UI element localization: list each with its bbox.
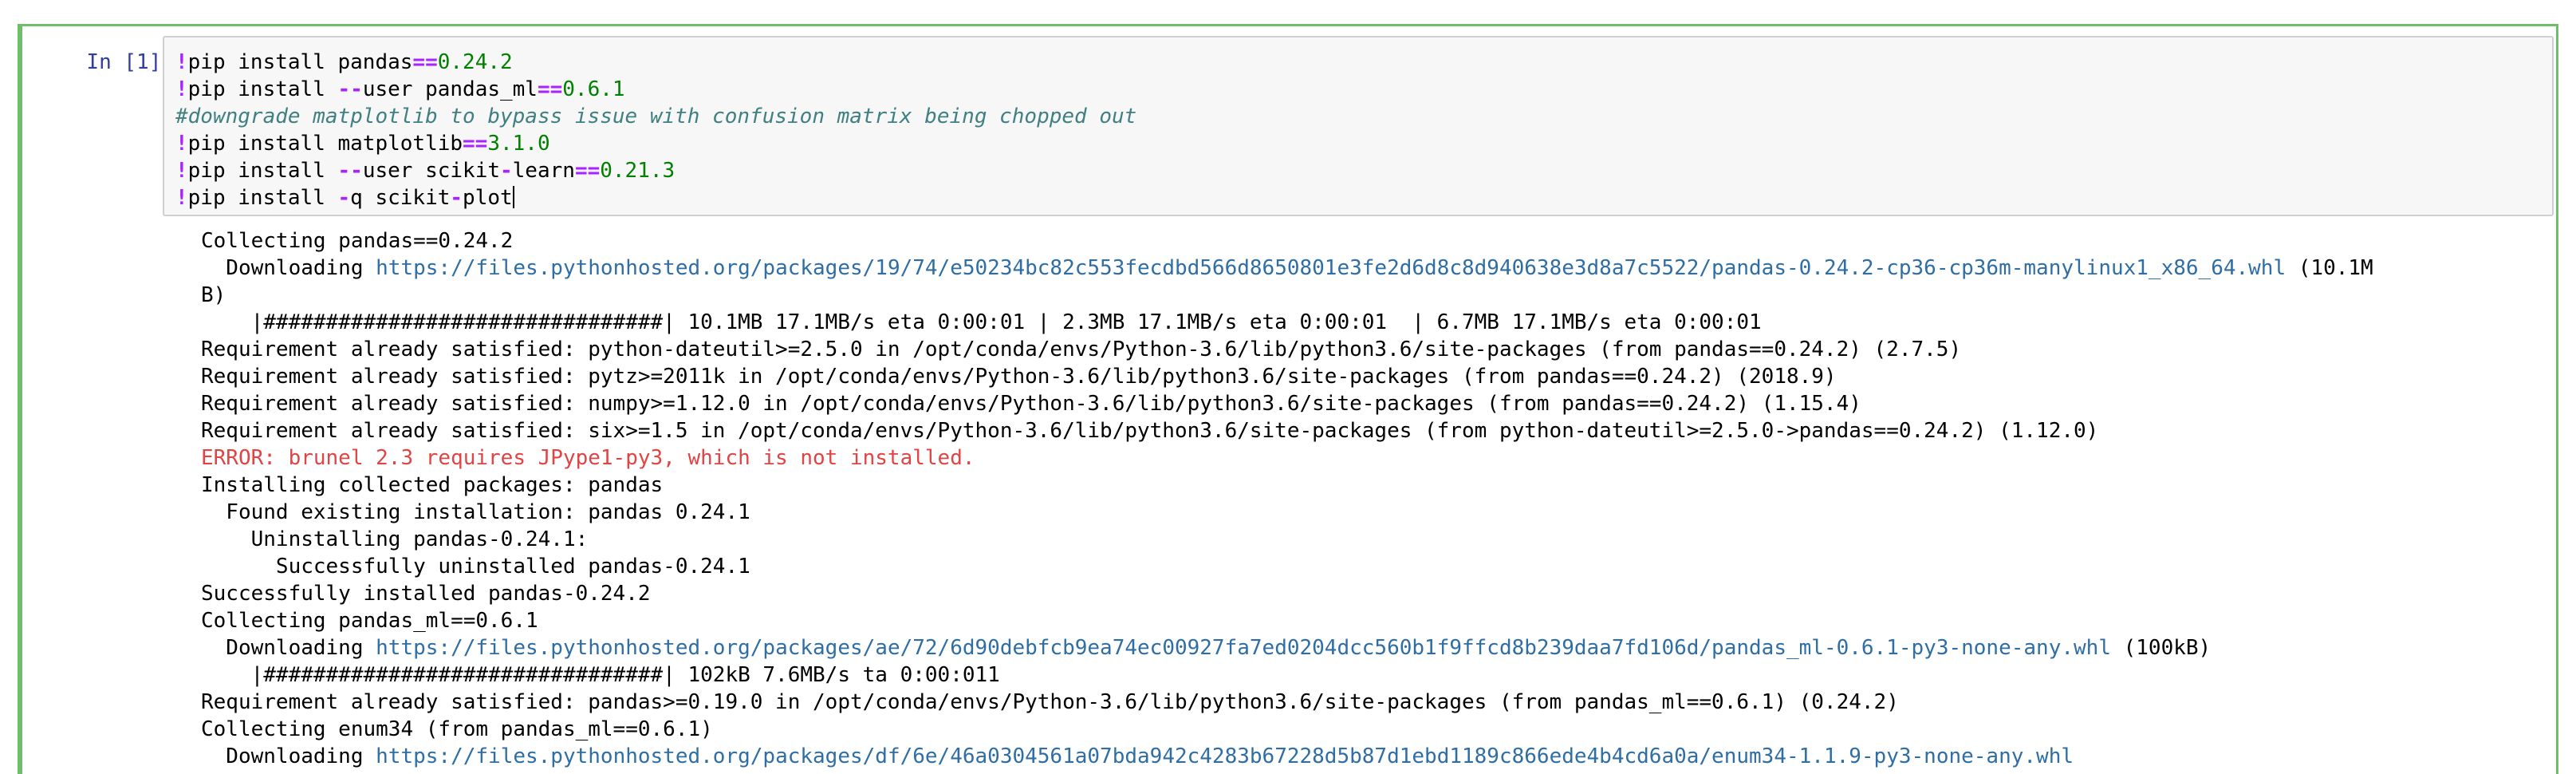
code-token: ! [175, 50, 188, 74]
output-line: Collecting enum34 (from pandas_ml==0.6.1… [201, 716, 2554, 743]
output-text: |################################| 102kB… [201, 663, 1000, 687]
code-token: ! [175, 159, 188, 183]
code-token: == [537, 77, 563, 101]
output-text-suffix: (100kB) [2110, 636, 2212, 660]
code-line[interactable]: #downgrade matplotlib to bypass issue wi… [175, 103, 2541, 130]
code-token: == [574, 159, 601, 183]
code-token: -- [337, 159, 363, 183]
output-text: Successfully uninstalled pandas-0.24.1 [201, 555, 750, 579]
output-line: |################################| 10.1M… [201, 309, 2554, 336]
code-token: - [337, 186, 351, 210]
output-line: Downloading https://files.pythonhosted.o… [201, 743, 2554, 770]
output-text: Requirement already satisfied: pandas>=0… [201, 690, 1899, 714]
output-text: Collecting enum34 (from pandas_ml==0.6.1… [201, 717, 713, 741]
code-token: q scikit [350, 186, 451, 210]
output-line: Requirement already satisfied: python-da… [201, 336, 2554, 363]
output-text: ERROR: brunel 2.3 requires JPype1-py3, w… [201, 446, 975, 470]
code-token: - [450, 186, 463, 210]
code-token: ! [175, 77, 188, 101]
output-line: Requirement already satisfied: six>=1.5 … [201, 417, 2554, 444]
download-link[interactable]: https://files.pythonhosted.org/packages/… [376, 744, 2074, 768]
code-token: pip install [187, 159, 338, 183]
output-line: Downloading https://files.pythonhosted.o… [201, 255, 2554, 282]
code-token: -- [337, 77, 363, 101]
download-link[interactable]: https://files.pythonhosted.org/packages/… [376, 256, 2286, 280]
code-token: user pandas_ml [362, 77, 538, 101]
download-link[interactable]: https://files.pythonhosted.org/packages/… [376, 636, 2111, 660]
output-line: Collecting pandas_ml==0.6.1 [201, 607, 2554, 634]
output-text: Requirement already satisfied: python-da… [201, 338, 1962, 361]
code-editor[interactable]: !pip install pandas==0.24.2 !pip install … [163, 36, 2554, 216]
notebook-code-cell[interactable]: In [1]: !pip install pandas==0.24.2 !pip … [18, 24, 2558, 774]
output-line: Requirement already satisfied: numpy>=1.… [201, 390, 2554, 417]
output-line: Downloading https://files.pythonhosted.o… [201, 634, 2554, 661]
code-token: #downgrade matplotlib to bypass issue wi… [175, 105, 1137, 128]
output-line: Installing collected packages: pandas [201, 472, 2554, 499]
output-line: Requirement already satisfied: pandas>=0… [201, 689, 2554, 716]
code-token: 0.24.2 [437, 50, 513, 74]
output-text: B) [201, 283, 226, 307]
code-line[interactable]: !pip install --user scikit-learn==0.21.3 [175, 157, 2541, 184]
cell-output: Collecting pandas==0.24.2 Downloading ht… [201, 227, 2554, 770]
output-line: B) [201, 282, 2554, 309]
output-line: Requirement already satisfied: pytz>=201… [201, 363, 2554, 390]
output-text: Collecting pandas_ml==0.6.1 [201, 609, 538, 633]
code-token: - [500, 159, 513, 183]
code-token: pip install [187, 186, 338, 210]
error-output-line: ERROR: brunel 2.3 requires JPype1-py3, w… [201, 444, 2554, 472]
output-text: |################################| 10.1M… [201, 310, 1762, 334]
output-text: Requirement already satisfied: numpy>=1.… [201, 392, 1861, 416]
output-text: Downloading [201, 744, 376, 768]
output-text: Requirement already satisfied: pytz>=201… [201, 365, 1837, 389]
output-line: Successfully installed pandas-0.24.2 [201, 580, 2554, 607]
output-text: Downloading [201, 256, 376, 280]
output-text: Requirement already satisfied: six>=1.5 … [201, 419, 2099, 443]
code-line[interactable]: !pip install --user pandas_ml==0.6.1 [175, 76, 2541, 103]
code-token: user scikit [362, 159, 500, 183]
output-text: Installing collected packages: pandas [201, 473, 664, 497]
code-token: 3.1.0 [487, 132, 550, 156]
output-text: Downloading [201, 636, 376, 660]
code-token: 0.21.3 [600, 159, 676, 183]
output-line: |################################| 102kB… [201, 661, 2554, 689]
output-line: Collecting pandas==0.24.2 [201, 227, 2554, 255]
output-line: Successfully uninstalled pandas-0.24.1 [201, 553, 2554, 580]
code-token: learn [512, 159, 575, 183]
code-token: == [412, 50, 438, 74]
code-token: pip install matplotlib [187, 132, 463, 156]
code-token: pip install pandas [187, 50, 413, 74]
output-text-suffix: (10.1M [2286, 256, 2373, 280]
input-prompt: In [1]: [86, 50, 174, 74]
code-token: ! [175, 132, 188, 156]
code-token: ! [175, 186, 188, 210]
code-line[interactable]: !pip install -q scikit-plot [175, 184, 2541, 211]
text-cursor [512, 186, 514, 208]
output-line: Found existing installation: pandas 0.24… [201, 499, 2554, 526]
code-line[interactable]: !pip install matplotlib==3.1.0 [175, 130, 2541, 157]
code-token: == [463, 132, 488, 156]
code-token: pip install [187, 77, 338, 101]
output-text: Successfully installed pandas-0.24.2 [201, 582, 651, 606]
output-text: Found existing installation: pandas 0.24… [201, 500, 750, 524]
code-token: 0.6.1 [562, 77, 625, 101]
output-text: Uninstalling pandas-0.24.1: [201, 527, 589, 551]
output-text: Collecting pandas==0.24.2 [201, 229, 514, 253]
code-line[interactable]: !pip install pandas==0.24.2 [175, 49, 2541, 76]
output-line: Uninstalling pandas-0.24.1: [201, 526, 2554, 553]
code-token: plot [463, 186, 513, 210]
